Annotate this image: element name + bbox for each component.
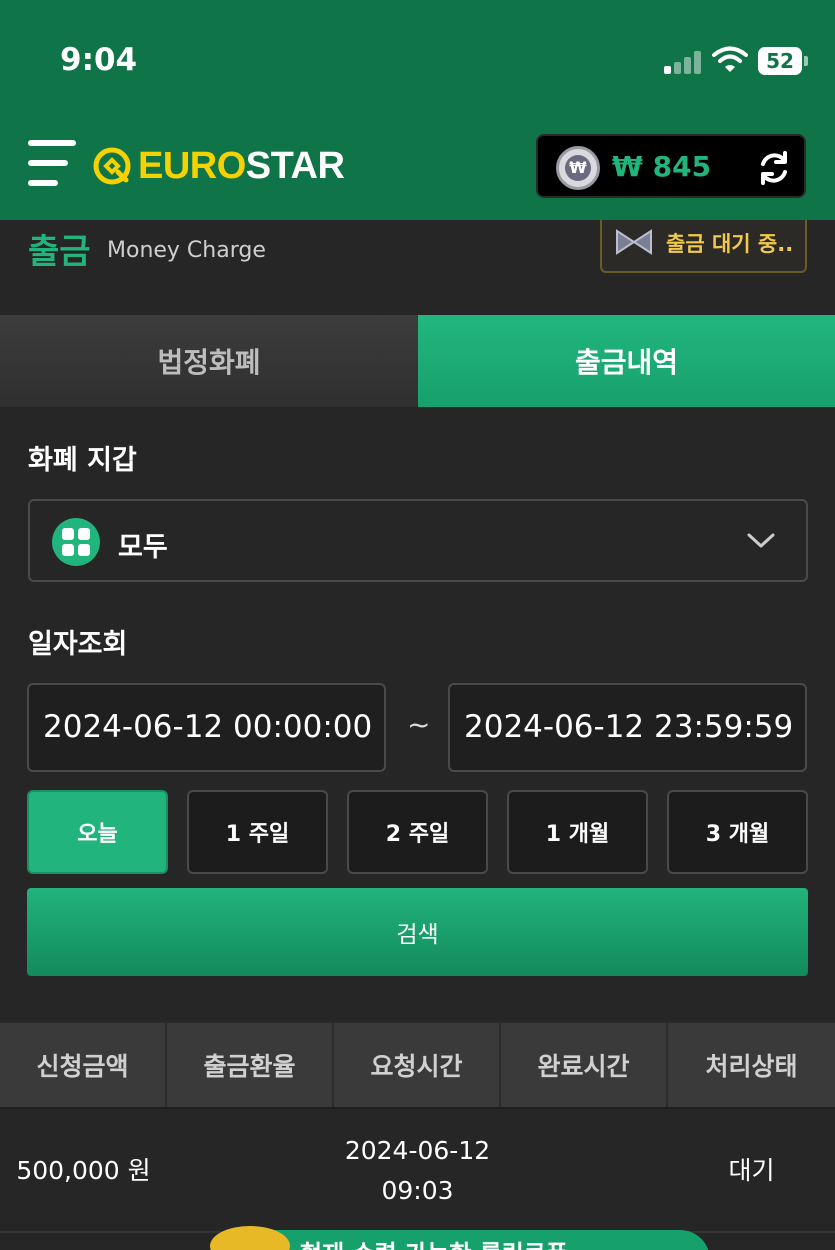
cellular-signal-icon xyxy=(664,50,702,74)
hamburger-menu-icon[interactable] xyxy=(28,140,76,190)
page-subtitle: Money Charge xyxy=(107,238,266,263)
cell-request-date: 2024-06-12 xyxy=(344,1136,491,1165)
status-time: 9:04 xyxy=(60,42,138,78)
search-button[interactable]: 검색 xyxy=(27,888,808,976)
cell-request-time: 2024-06-12 09:03 xyxy=(334,1109,501,1233)
pending-withdrawal-button[interactable]: 출금 대기 중.. xyxy=(600,220,807,273)
wallet-value: 모두 xyxy=(118,532,168,563)
table-header: 신청금액 출금환율 요청시간 완료시간 처리상태 xyxy=(0,1021,835,1109)
tab-withdrawal-history[interactable]: 출금내역 xyxy=(418,315,835,407)
date-from-input[interactable]: 2024-06-12 00:00:00 xyxy=(27,683,386,772)
hourglass-icon xyxy=(616,229,652,255)
wallet-select[interactable]: 모두 xyxy=(28,499,808,582)
won-coin-icon: ₩ xyxy=(556,146,600,190)
battery-level: 52 xyxy=(758,47,802,75)
app-header: 9:04 52 EUROSTAR ₩ ₩ 845 xyxy=(0,0,835,220)
rolling-coupon-text: 현재 수령 가능한 롤링쿠폰 xyxy=(300,1234,568,1250)
wallet-label: 화폐 지갑 xyxy=(28,445,137,476)
refresh-icon[interactable] xyxy=(754,148,794,188)
column-header-rate: 출금환율 xyxy=(167,1023,334,1107)
cell-complete-time xyxy=(501,1109,668,1233)
cell-request-clock: 09:03 xyxy=(381,1176,454,1205)
balance-widget: ₩ ₩ 845 xyxy=(536,134,806,198)
date-to-input[interactable]: 2024-06-12 23:59:59 xyxy=(448,683,807,772)
cell-amount: 500,000 원 xyxy=(16,1156,151,1185)
period-today-button[interactable]: 오늘 xyxy=(27,790,168,874)
eurostar-logo[interactable]: EUROSTAR xyxy=(92,142,345,190)
period-1-month-button[interactable]: 1 개월 xyxy=(507,790,648,874)
date-label: 일자조회 xyxy=(28,629,128,660)
column-header-request-time: 요청시간 xyxy=(334,1023,501,1107)
logo-text-euro: EURO xyxy=(138,144,246,187)
logo-mark-icon xyxy=(93,147,131,185)
cell-status: 대기 xyxy=(728,1156,775,1185)
column-header-amount: 신청금액 xyxy=(0,1023,167,1107)
grid-icon xyxy=(52,518,100,566)
battery-icon: 52 xyxy=(758,47,808,75)
period-3-months-button[interactable]: 3 개월 xyxy=(667,790,808,874)
cell-rate xyxy=(167,1109,334,1233)
column-header-complete-time: 완료시간 xyxy=(501,1023,668,1107)
tab-fiat-currency[interactable]: 법정화폐 xyxy=(0,315,418,407)
pending-label: 출금 대기 중.. xyxy=(666,232,794,256)
page-title: 출금 xyxy=(28,232,91,272)
period-1-week-button[interactable]: 1 주일 xyxy=(187,790,328,874)
column-header-status: 처리상태 xyxy=(705,1052,798,1081)
date-separator: ~ xyxy=(407,708,431,741)
wifi-icon xyxy=(712,46,748,72)
chevron-down-icon xyxy=(747,533,775,548)
logo-text-star: STAR xyxy=(245,144,345,187)
table-row: 500,000 원 2024-06-12 09:03 대기 xyxy=(0,1109,835,1233)
balance-amount: ₩ 845 xyxy=(612,150,712,183)
tab-bar: 법정화폐 출금내역 xyxy=(0,315,835,407)
page-title-row: 출금 Money Charge 출금 대기 중.. xyxy=(0,220,835,315)
period-2-weeks-button[interactable]: 2 주일 xyxy=(347,790,488,874)
